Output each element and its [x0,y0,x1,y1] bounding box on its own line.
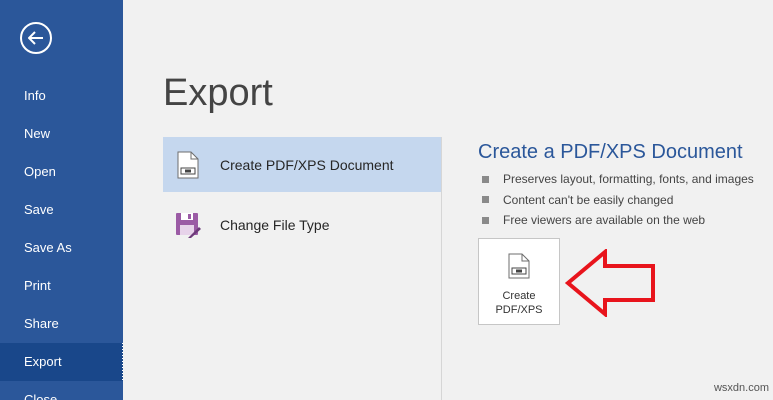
red-arrow-annotation-icon [565,249,655,317]
export-option-change-file-type[interactable]: Change File Type [163,197,442,252]
create-button-label: Create PDF/XPS [495,289,542,317]
change-file-type-icon [175,210,201,240]
watermark: wsxdn.com [713,382,769,394]
sidebar-item-print[interactable]: Print [0,267,123,305]
bullet-item: Content can't be easily changed [482,190,754,211]
bullet-text: Preserves layout, formatting, fonts, and… [503,172,754,186]
bullet-text: Content can't be easily changed [503,192,674,207]
sidebar-item-info[interactable]: Info [0,77,123,115]
sidebar-item-share[interactable]: Share [0,305,123,343]
back-arrow-icon [28,31,43,45]
export-option-label: Change File Type [220,216,330,233]
sidebar-item-close[interactable]: Close [0,381,123,400]
back-button[interactable] [20,22,52,54]
create-button-label-line2: PDF/XPS [495,304,543,316]
pdf-document-icon [175,150,201,180]
sidebar-item-open[interactable]: Open [0,153,123,191]
sidebar-item-new[interactable]: New [0,115,123,153]
create-pdf-xps-button[interactable]: Create PDF/XPS [478,238,560,325]
export-option-create-pdf-xps[interactable]: Create PDF/XPS Document [163,137,442,192]
pdf-document-icon [508,253,530,284]
sidebar-item-save-as[interactable]: Save As [0,229,123,267]
bullet-item: Free viewers are available on the web [482,210,754,231]
page-title: Export [163,72,273,114]
detail-title: Create a PDF/XPS Document [478,141,743,163]
export-option-label: Create PDF/XPS Document [220,156,394,173]
sidebar-item-export[interactable]: Export [0,343,123,381]
bullet-square-icon [482,196,489,204]
create-button-label-line1: Create [502,290,536,302]
bullet-square-icon [482,216,489,224]
export-options-list: Create PDF/XPS Document Change File Type [163,137,442,400]
backstage-sidebar: Info New Open Save Save As Print Share E… [0,0,123,400]
bullet-square-icon [482,175,489,183]
feature-bullets: Preserves layout, formatting, fonts, and… [482,169,754,231]
vertical-divider [441,137,442,400]
bullet-item: Preserves layout, formatting, fonts, and… [482,169,754,190]
sidebar-item-save[interactable]: Save [0,191,123,229]
bullet-text: Free viewers are available on the web [503,213,706,227]
